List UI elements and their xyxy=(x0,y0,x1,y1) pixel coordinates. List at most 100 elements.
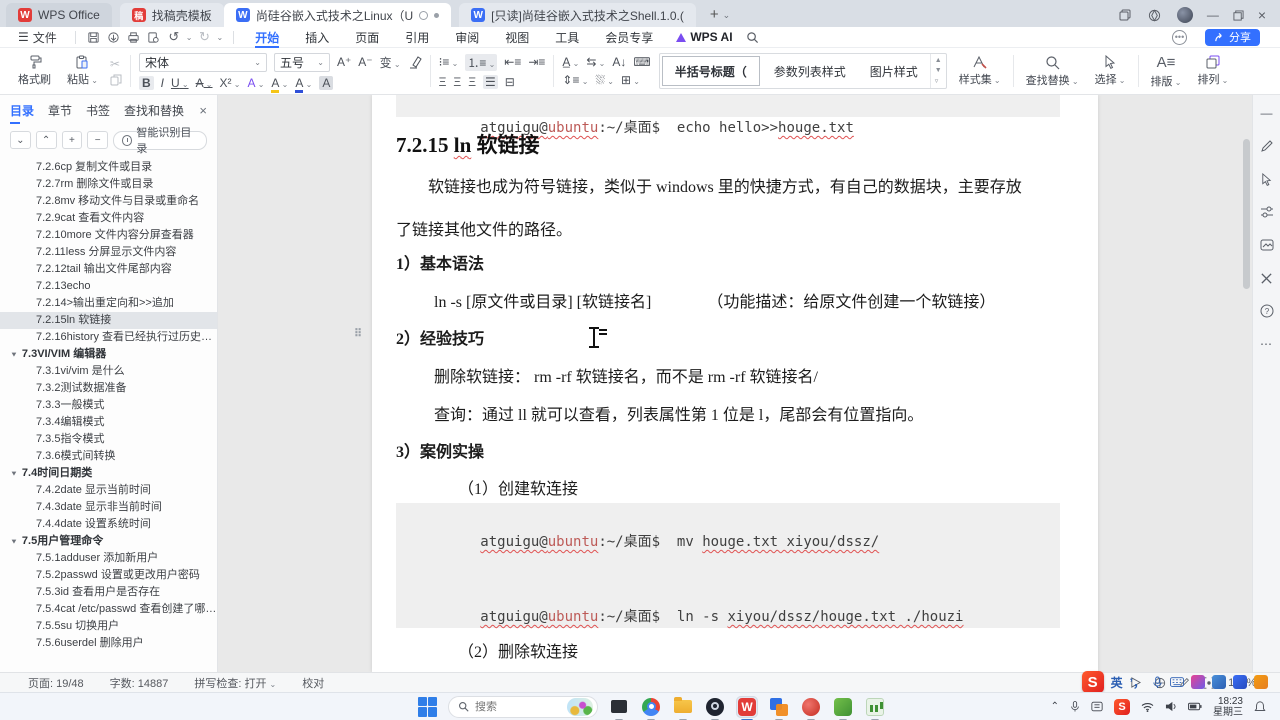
smart-toc-button[interactable]: 智能识别目录 xyxy=(113,127,207,155)
search-highlight-image[interactable] xyxy=(567,697,593,716)
chrome-app-icon[interactable] xyxy=(640,696,662,720)
numbered-list-button[interactable]: ⒈≡ ⌄ xyxy=(465,53,498,71)
outline-section[interactable]: ▼ 7.4时间日期类 xyxy=(0,465,217,482)
user-avatar[interactable] xyxy=(1176,7,1193,23)
outline-item[interactable]: 7.2.16history 查看已经执行过历史命令 xyxy=(0,329,217,346)
outline-item[interactable]: 7.5.2passwd 设置或更改用户密码 xyxy=(0,567,217,584)
sort-icon[interactable]: A↓ xyxy=(612,55,626,69)
ime-language-toggle[interactable]: 英 xyxy=(1111,674,1123,691)
align-right-icon[interactable]: Ξ xyxy=(468,75,476,89)
pencil-icon[interactable] xyxy=(1259,138,1275,154)
change-case-button[interactable]: 变 ⌄ xyxy=(380,54,401,71)
style-gallery-scroll[interactable]: ▲ ▼ ▿ xyxy=(929,54,946,88)
outline-item[interactable]: 7.5.6userdel 删除用户 xyxy=(0,635,217,652)
battery-icon[interactable] xyxy=(1188,702,1202,711)
taskbar-search[interactable] xyxy=(448,695,598,718)
outline-item[interactable]: 7.2.13echo xyxy=(0,278,217,295)
start-button[interactable] xyxy=(418,696,438,717)
ime-settings-icon[interactable] xyxy=(1254,675,1268,689)
file-menu[interactable]: ☰ 文件 xyxy=(10,29,65,46)
outline-item[interactable]: 7.2.6cp 复制文件或目录 xyxy=(0,159,217,176)
bullet-list-button[interactable]: ⁝≡ ⌄ xyxy=(439,55,459,69)
decrease-indent-icon[interactable]: ⇤≡ xyxy=(504,55,521,69)
search-icon[interactable] xyxy=(745,30,761,44)
outline-item-current[interactable]: 7.2.15ln 软链接 xyxy=(0,312,217,329)
style-image[interactable]: 图片样式 xyxy=(858,54,930,88)
menu-page[interactable]: 页面 xyxy=(344,27,390,48)
obs-app-icon[interactable] xyxy=(704,696,726,720)
outline-item[interactable]: 7.2.10more 文件内容分屏查看器 xyxy=(0,227,217,244)
search-input[interactable] xyxy=(475,700,561,713)
new-tab-button[interactable]: + xyxy=(706,6,723,27)
paste-button[interactable]: 粘贴 ⌄ xyxy=(63,55,102,87)
text-wrap-button[interactable]: ⇆ ⌄ xyxy=(586,55,605,69)
volume-icon[interactable] xyxy=(1165,701,1177,712)
typeset-button[interactable]: A≡ 排版 ⌄ xyxy=(1147,54,1186,89)
outline-item[interactable]: 7.3.2测试数据准备 xyxy=(0,380,217,397)
find-replace-button[interactable]: 查找替换 ⌄ xyxy=(1022,55,1083,88)
print-preview-icon[interactable] xyxy=(146,30,162,44)
sogou-tray-icon[interactable]: S xyxy=(1114,698,1130,715)
expand-all-button[interactable]: ⌄ xyxy=(10,131,31,149)
underline-button[interactable]: U ⌄ xyxy=(171,76,189,90)
chevron-down-icon[interactable]: ▼ xyxy=(935,67,942,74)
outline-item[interactable]: 7.5.1adduser 添加新用户 xyxy=(0,550,217,567)
notifications-bell-icon[interactable] xyxy=(1254,700,1266,713)
globe-icon[interactable] xyxy=(1147,8,1163,22)
minimize-button[interactable]: — xyxy=(1207,8,1219,22)
close-button[interactable]: × xyxy=(1258,7,1266,23)
paragraph-drag-handle[interactable]: ⠿ xyxy=(354,327,362,340)
outline-item[interactable]: 7.2.8mv 移动文件与目录或重命名 xyxy=(0,193,217,210)
distribute-icon[interactable]: ⊟ xyxy=(505,75,515,89)
decrease-font-button[interactable]: A⁻ xyxy=(358,55,372,69)
taskview-app-icon[interactable] xyxy=(608,696,630,720)
clear-format-icon[interactable] xyxy=(408,55,422,69)
text-direction-button[interactable]: A̲ ⌄ xyxy=(562,55,579,69)
outline-item[interactable]: 7.3.4编辑模式 xyxy=(0,414,217,431)
outline-section[interactable]: ▼ 7.5用户管理命令 xyxy=(0,533,217,550)
tab-find-replace[interactable]: 查找和替换 xyxy=(124,98,184,123)
card-image-icon[interactable] xyxy=(1259,237,1275,253)
share-button[interactable]: 分享 xyxy=(1205,28,1260,46)
vertical-scrollbar[interactable] xyxy=(1243,99,1250,659)
line-spacing-button[interactable]: ⇕≡ ⌄ xyxy=(562,73,588,87)
tab-chapters[interactable]: 章节 xyxy=(48,98,72,123)
clock[interactable]: 18:23 星期三 xyxy=(1213,696,1243,718)
align-center-icon[interactable]: Ξ xyxy=(453,75,461,89)
arrange-button[interactable]: 排列 ⌄ xyxy=(1193,55,1232,87)
font-color-button[interactable]: A ⌄ xyxy=(295,75,312,93)
menu-member[interactable]: 会员专享 xyxy=(594,27,664,48)
outline-item[interactable]: 7.2.9cat 查看文件内容 xyxy=(0,210,217,227)
close-sidebar-icon[interactable]: × xyxy=(199,103,207,118)
tab-toc[interactable]: 目录 xyxy=(10,98,34,124)
outline-item[interactable]: 7.2.7rm 删除文件或目录 xyxy=(0,176,217,193)
chevron-up-icon[interactable]: ▲ xyxy=(935,57,942,64)
outline-item[interactable]: 7.5.3id 查看用户是否存在 xyxy=(0,584,217,601)
italic-button[interactable]: I xyxy=(161,76,164,90)
outline-item[interactable]: 7.4.3date 显示非当前时间 xyxy=(0,499,217,516)
tools-icon[interactable] xyxy=(1259,270,1275,286)
print-icon[interactable] xyxy=(126,30,142,44)
workspace-icon[interactable] xyxy=(1117,8,1133,22)
hidden-icons-chevron[interactable]: ⌃ xyxy=(1051,701,1059,712)
chart-app-icon[interactable] xyxy=(864,696,886,720)
outline-item[interactable]: 7.5.4cat /etc/passwd 查看创建了哪些用 ... xyxy=(0,601,217,618)
bold-button[interactable]: B xyxy=(138,75,154,90)
ime-punctuation-toggle[interactable]: ’， xyxy=(1130,674,1145,691)
word-count[interactable]: 字数: 14887 xyxy=(110,675,169,691)
outline-item[interactable]: 7.2.14>输出重定向和>>追加 xyxy=(0,295,217,312)
outline-item[interactable]: 7.4.4date 设置系统时间 xyxy=(0,516,217,533)
collapse-triangle-icon[interactable]: ▼ xyxy=(10,534,18,548)
tab-bookmarks[interactable]: 书签 xyxy=(86,98,110,123)
collapse-triangle-icon[interactable]: ▼ xyxy=(10,466,18,480)
zoom-in-outline-button[interactable]: + xyxy=(61,131,83,149)
sogou-logo[interactable]: S xyxy=(1081,671,1104,693)
menu-reference[interactable]: 引用 xyxy=(394,27,440,48)
tray-microphone-icon[interactable] xyxy=(1070,700,1080,713)
font-size-select[interactable]: 五号 ⌄ xyxy=(273,52,330,72)
superscript-button[interactable]: X² ⌄ xyxy=(220,76,241,90)
document-page[interactable]: atguigu@ubuntu:~/桌面$ echo hello>>houge.t… xyxy=(354,95,1098,672)
outline-item[interactable]: 7.4.2date 显示当前时间 xyxy=(0,482,217,499)
restore-button[interactable] xyxy=(1233,9,1244,21)
proofread-button[interactable]: 校对 xyxy=(302,675,324,691)
